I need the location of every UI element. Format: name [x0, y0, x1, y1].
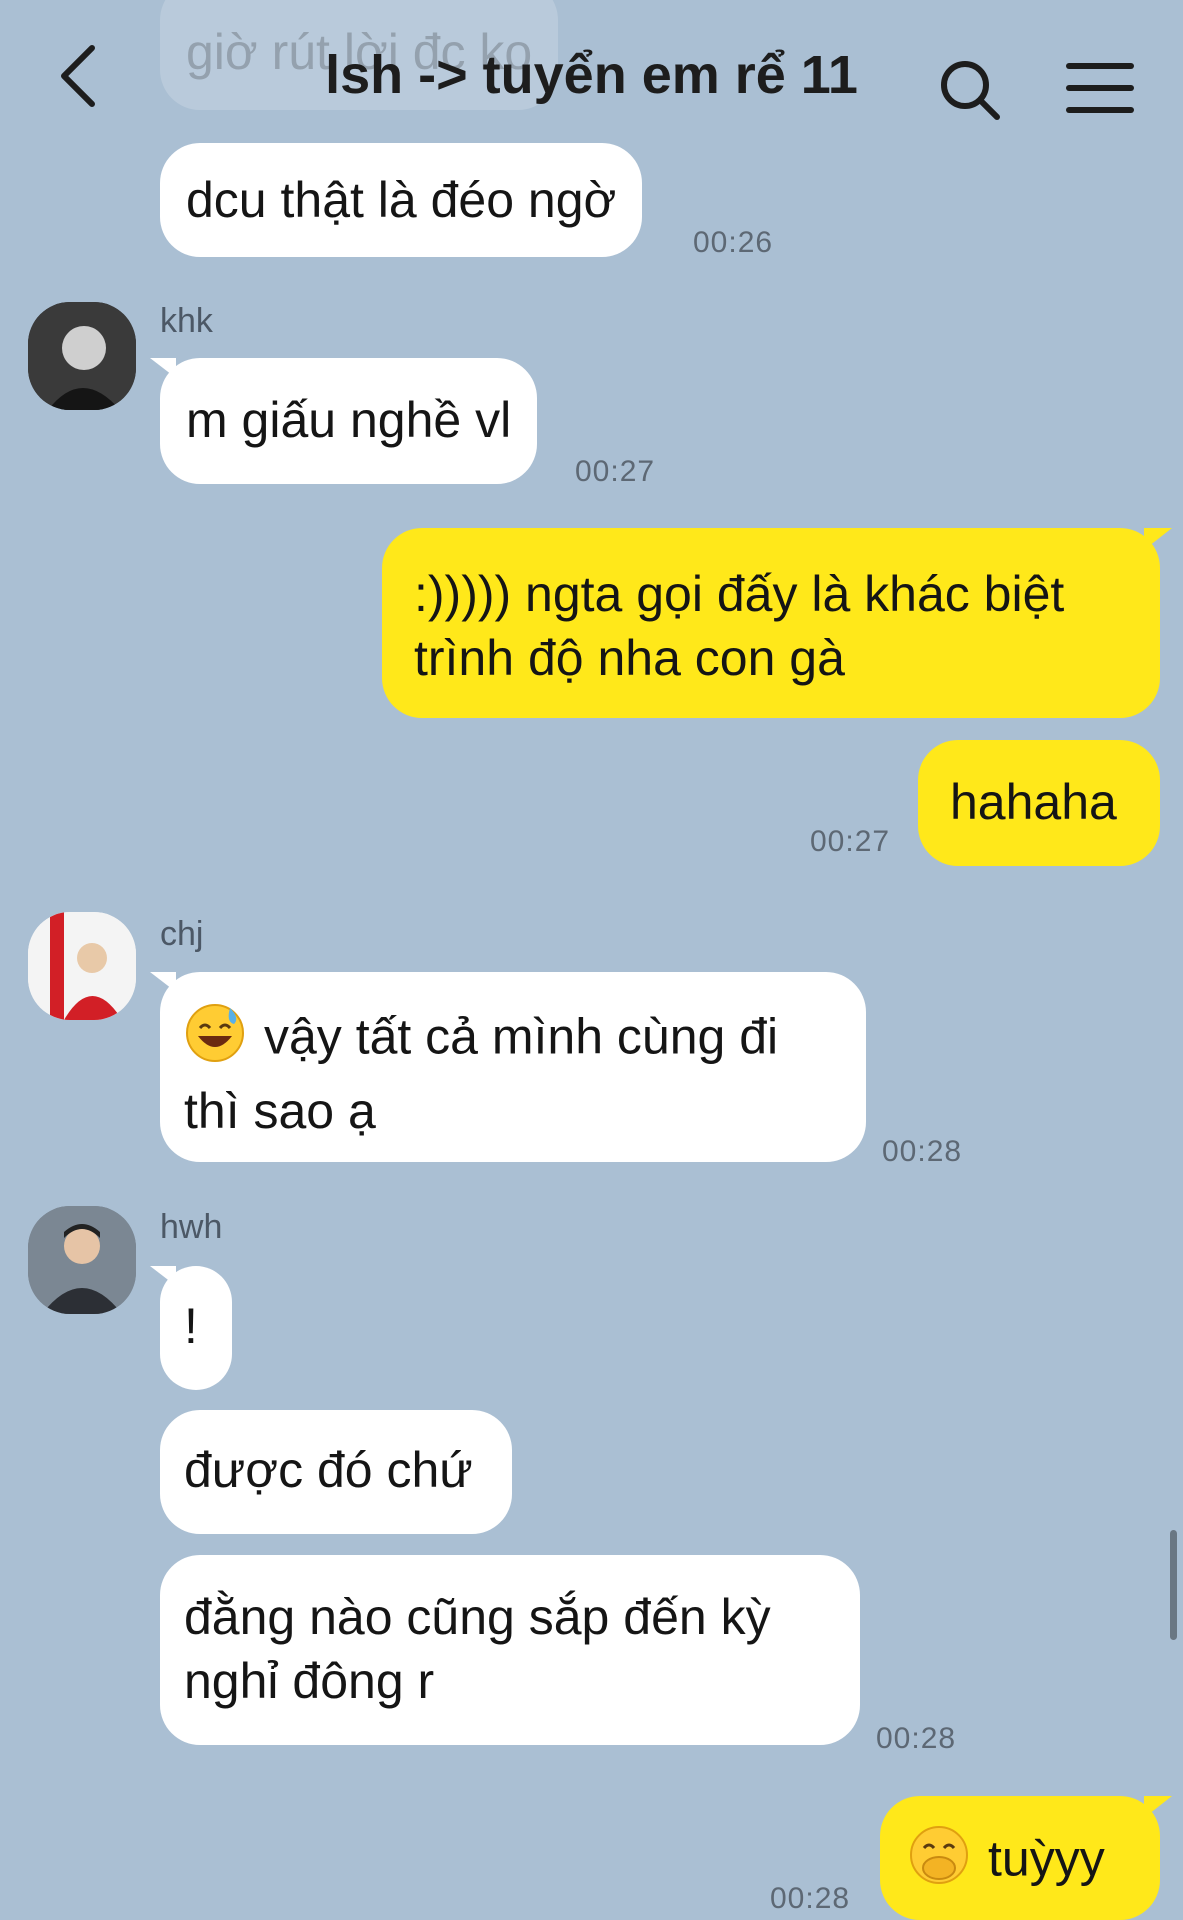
search-icon	[941, 61, 1000, 120]
chat-title: lsh -> tuyển em rể 11	[325, 45, 858, 105]
message-bubble[interactable]: dcu thật là đéo ngờ	[160, 143, 643, 257]
message-time: 00:28	[770, 1882, 851, 1915]
scrollbar[interactable]	[1170, 1530, 1177, 1640]
avatar-chj[interactable]	[28, 912, 136, 1020]
avatar-image	[28, 302, 136, 410]
avatar-khk[interactable]	[28, 302, 136, 410]
sender-name: khk	[160, 302, 213, 340]
message-bubble[interactable]: !	[150, 1266, 232, 1390]
menu-icon	[1066, 63, 1134, 113]
search-button[interactable]	[935, 55, 1005, 125]
avatar-image	[28, 1206, 136, 1314]
sweat-smile-emoji	[184, 1002, 246, 1079]
my-message-bubble[interactable]: tuỳyy	[880, 1796, 1172, 1920]
message-bubble[interactable]: m giấu nghề vl	[149, 358, 538, 484]
message-time: 00:26	[693, 226, 774, 259]
message-time: 00:27	[810, 825, 891, 858]
sender-name: hwh	[160, 1208, 223, 1246]
message-time: 00:28	[876, 1722, 957, 1755]
chat-header: lsh -> tuyển em rể 11	[0, 0, 1183, 150]
message-bubble[interactable]: vậy tất cả mình cùng đi thì sao ạ	[150, 972, 866, 1162]
avatar-image	[28, 912, 136, 1020]
my-message-bubble[interactable]: hahaha	[918, 740, 1160, 866]
message-time: 00:28	[882, 1135, 963, 1168]
my-message-bubble[interactable]: :))))) ngta gọi đấy là khác biệt trình đ…	[382, 528, 1172, 718]
menu-button[interactable]	[1065, 58, 1135, 118]
message-time: 00:27	[575, 455, 656, 488]
hand-over-mouth-emoji	[908, 1824, 970, 1901]
avatar-hwh[interactable]	[28, 1206, 136, 1314]
message-bubble[interactable]: đằng nào cũng sắp đến kỳ nghỉ đông r	[160, 1555, 860, 1745]
message-bubble[interactable]: được đó chứ	[160, 1410, 512, 1534]
sender-name: chj	[160, 915, 204, 953]
